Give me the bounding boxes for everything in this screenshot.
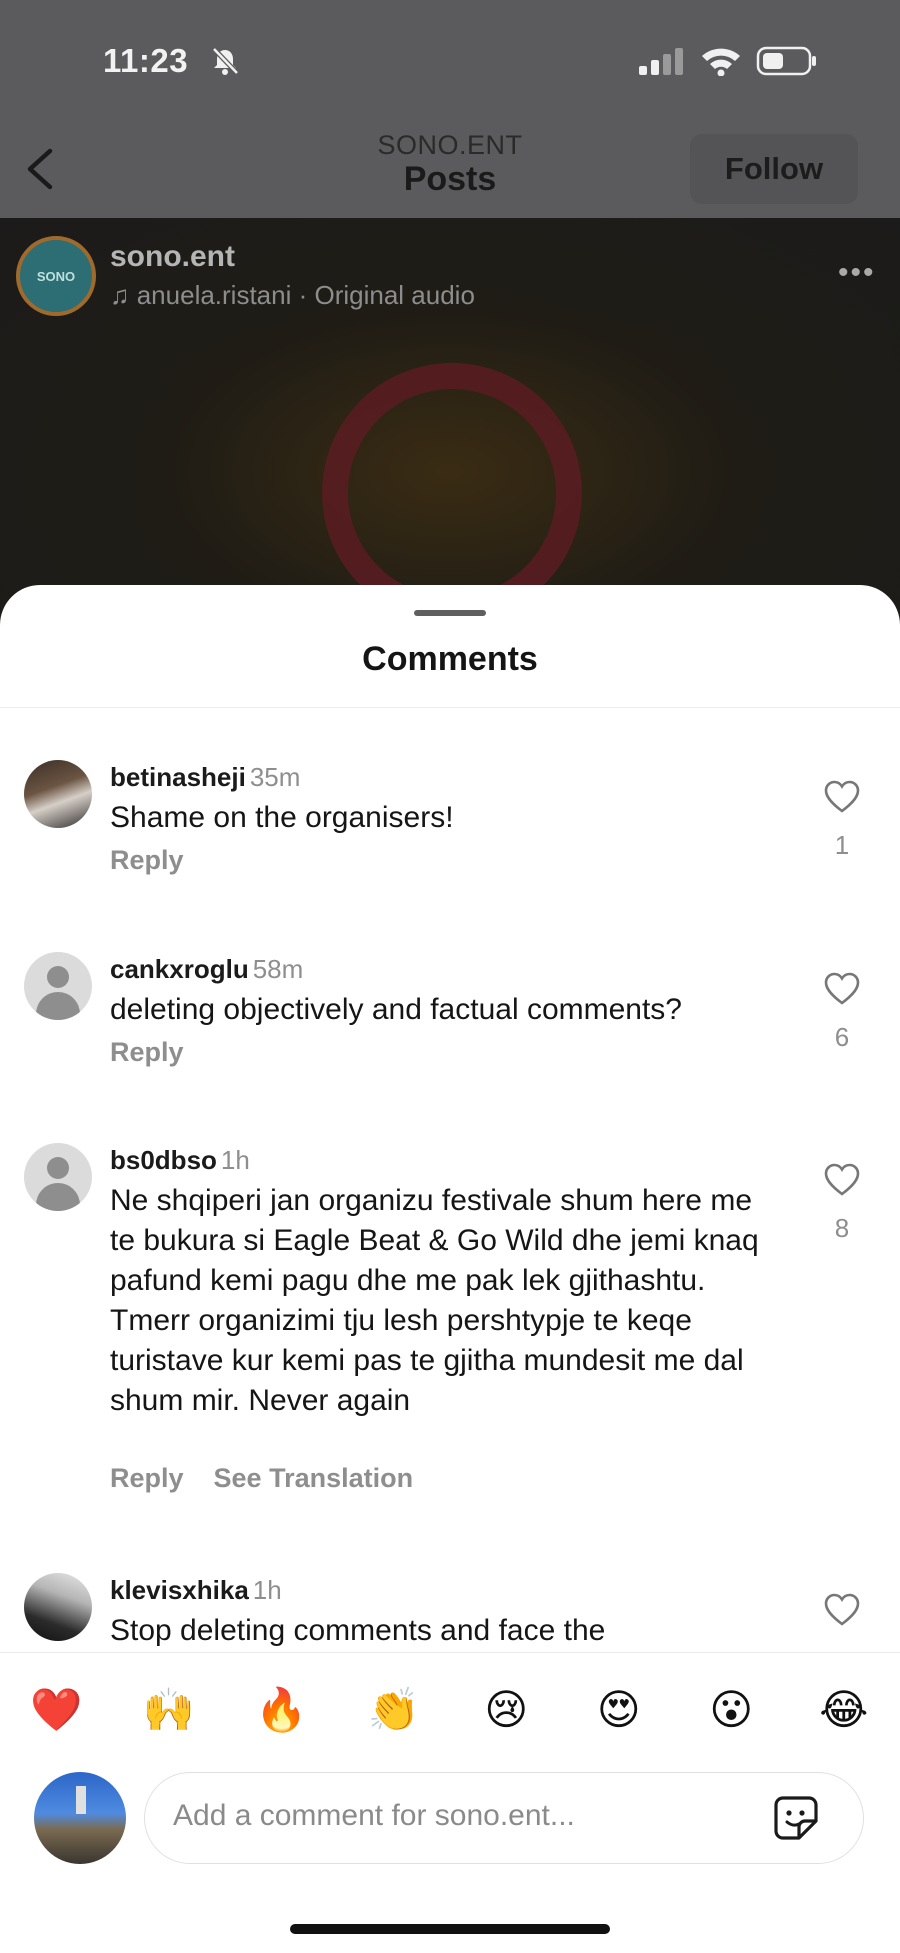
follow-button[interactable]: Follow xyxy=(690,134,858,204)
post-author-avatar[interactable]: SONO xyxy=(16,236,96,316)
like-count: 1 xyxy=(834,830,850,860)
reply-button[interactable]: Reply xyxy=(110,1463,184,1493)
emoji-laughing[interactable]: 😂 xyxy=(788,1680,900,1740)
comment-username[interactable]: cankxroglu xyxy=(110,954,249,984)
sheet-title: Comments xyxy=(362,640,538,678)
status-time: 11:23 xyxy=(103,42,189,79)
see-translation-button[interactable]: See Translation xyxy=(214,1463,414,1493)
post-background: 11:23 SONO.ENT Posts Follow SONO sono.en… xyxy=(0,0,900,640)
emoji-surprised[interactable]: 😮 xyxy=(675,1680,788,1740)
cellular-signal-icon xyxy=(639,48,683,75)
comment-text: deleting objectively and factual comment… xyxy=(110,993,682,1026)
comment-actions: Reply xyxy=(110,1037,214,1068)
comment-text: Stop deleting comments and face the xyxy=(110,1614,606,1647)
emoji-heart[interactable]: ❤️ xyxy=(0,1680,113,1740)
comment-username[interactable]: klevisxhika xyxy=(110,1575,249,1605)
post-audio-label[interactable]: ♫ anuela.ristani · Original audio xyxy=(110,280,475,311)
comment-actions: Reply xyxy=(110,845,214,876)
comment-text: Ne shqiperi jan organizu festivale shum … xyxy=(110,1184,759,1417)
more-options-icon[interactable]: ••• xyxy=(838,256,876,290)
comment-actions: Reply See Translation xyxy=(110,1463,443,1494)
comment-username[interactable]: betinasheji xyxy=(110,762,246,792)
like-count: 8 xyxy=(834,1213,850,1243)
post-author-username[interactable]: sono.ent xyxy=(110,240,235,274)
comment-item: klevisxhika 1h Stop deleting comments and… xyxy=(0,1573,900,1653)
loading-ring xyxy=(322,363,582,623)
current-user-avatar xyxy=(34,1772,126,1864)
comment-header: klevisxhika 1h xyxy=(110,1575,282,1606)
comment-username[interactable]: bs0dbso xyxy=(110,1145,217,1175)
emoji-crying[interactable]: 😢 xyxy=(450,1680,563,1740)
home-indicator[interactable] xyxy=(290,1924,610,1934)
comment-header: betinasheji 35m xyxy=(110,762,300,793)
reply-button[interactable]: Reply xyxy=(110,845,184,875)
comment-item: betinasheji 35m Shame on the organisers! … xyxy=(0,760,900,900)
comment-header: cankxroglu 58m xyxy=(110,954,303,985)
comment-time: 35m xyxy=(249,762,301,792)
comment-time: 1h xyxy=(220,1145,250,1175)
heart-icon[interactable] xyxy=(824,972,860,1006)
divider xyxy=(0,1652,900,1653)
avatar[interactable] xyxy=(24,1143,92,1211)
sticker-icon[interactable] xyxy=(773,1795,819,1841)
sheet-drag-handle[interactable] xyxy=(414,610,486,616)
comment-item: cankxroglu 58m deleting objectively and f… xyxy=(0,952,900,1092)
avatar[interactable] xyxy=(24,952,92,1020)
emoji-quick-bar: ❤️ 🙌 🔥 👏 😢 😍 😮 😂 xyxy=(0,1680,900,1740)
status-bar: 11:23 xyxy=(0,0,900,120)
comment-time: 1h xyxy=(252,1575,282,1605)
comment-item: bs0dbso 1h Ne shqiperi jan organizu festi… xyxy=(0,1143,900,1493)
reply-button[interactable]: Reply xyxy=(110,1037,184,1067)
emoji-clapping[interactable]: 👏 xyxy=(338,1680,451,1740)
comment-text: Shame on the organisers! xyxy=(110,801,454,834)
emoji-heart-eyes[interactable]: 😍 xyxy=(563,1680,676,1740)
emoji-raised-hands[interactable]: 🙌 xyxy=(113,1680,226,1740)
comment-time: 58m xyxy=(252,954,304,984)
avatar[interactable] xyxy=(24,1573,92,1641)
like-count: 6 xyxy=(834,1022,850,1052)
heart-icon[interactable] xyxy=(824,1593,860,1627)
heart-icon[interactable] xyxy=(824,780,860,814)
heart-icon[interactable] xyxy=(824,1163,860,1197)
comment-input[interactable]: Add a comment for sono.ent... xyxy=(144,1772,864,1864)
avatar[interactable] xyxy=(24,760,92,828)
wifi-icon xyxy=(702,48,740,76)
divider xyxy=(0,707,900,708)
bell-off-icon xyxy=(212,47,239,75)
comment-input-placeholder: Add a comment for sono.ent... xyxy=(173,1799,575,1832)
comment-header: bs0dbso 1h xyxy=(110,1145,250,1176)
emoji-fire[interactable]: 🔥 xyxy=(225,1680,338,1740)
battery-icon xyxy=(756,46,816,76)
